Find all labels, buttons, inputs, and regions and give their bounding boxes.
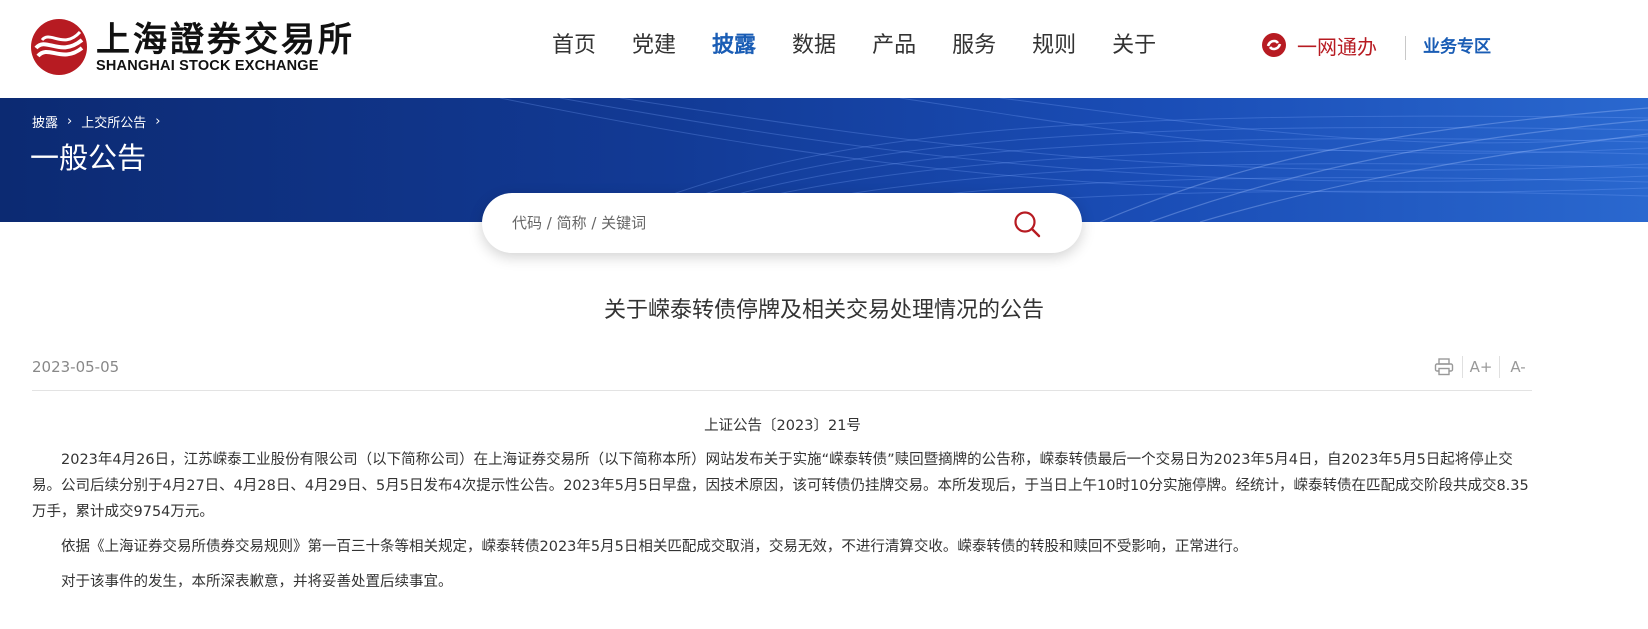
nav-item-data[interactable]: 数据 <box>792 24 836 68</box>
site-header: 上海證券交易所 SHANGHAI STOCK EXCHANGE 首页 党建 披露… <box>0 0 1648 98</box>
breadcrumb: 披露 › 上交所公告 › <box>32 112 169 131</box>
one-net-service-link[interactable]: 一网通办 <box>1261 28 1377 62</box>
nav-item-about[interactable]: 关于 <box>1112 24 1156 68</box>
breadcrumb-item-disclosure[interactable]: 披露 <box>32 112 58 131</box>
font-increase-button[interactable]: A+ <box>1465 352 1497 382</box>
header-divider <box>1405 36 1406 60</box>
article-tools: A+ A- <box>1428 352 1534 382</box>
page-title: 一般公告 <box>30 141 147 175</box>
sse-logo-mark-icon <box>31 19 87 75</box>
print-icon <box>1434 358 1454 376</box>
header-rule <box>32 390 1532 391</box>
tool-divider <box>1499 356 1500 378</box>
paragraph: 对于该事件的发生，本所深表歉意，并将妥善处置后续事宜。 <box>61 574 453 590</box>
nav-item-party[interactable]: 党建 <box>632 24 676 68</box>
breadcrumb-item-sse-announcements[interactable]: 上交所公告 <box>81 112 146 131</box>
chevron-right-icon: › <box>155 114 161 129</box>
paragraph: 依据《上海证券交易所债券交易规则》第一百三十条等相关规定，嵘泰转债2023年5月… <box>61 539 1248 555</box>
document-number: 上证公告〔2023〕21号 <box>704 418 861 434</box>
search-input[interactable] <box>512 205 992 241</box>
nav-item-services[interactable]: 服务 <box>952 24 996 68</box>
nav-item-disclosure[interactable]: 披露 <box>712 24 756 68</box>
one-net-service-label: 一网通办 <box>1297 34 1377 59</box>
article-body: 2023年4月26日，江苏嵘泰工业股份有限公司（以下简称公司）在上海证券交易所（… <box>32 447 1534 604</box>
search-box <box>482 193 1082 253</box>
tool-divider <box>1462 356 1463 378</box>
one-net-service-icon <box>1262 33 1286 57</box>
article-date: 2023-05-05 <box>32 358 120 376</box>
print-button[interactable] <box>1428 352 1460 382</box>
nav-item-home[interactable]: 首页 <box>552 24 596 68</box>
logo-chinese-name: 上海證券交易所 <box>96 20 355 60</box>
nav-item-products[interactable]: 产品 <box>872 24 916 68</box>
chevron-right-icon: › <box>67 114 73 129</box>
business-zone-link[interactable]: 业务专区 <box>1423 34 1491 60</box>
logo-english-name: SHANGHAI STOCK EXCHANGE <box>96 58 319 74</box>
nav-item-rules[interactable]: 规则 <box>1032 24 1076 68</box>
sse-logo[interactable]: 上海證券交易所 SHANGHAI STOCK EXCHANGE <box>30 16 352 78</box>
paragraph: 2023年4月26日，江苏嵘泰工业股份有限公司（以下简称公司）在上海证券交易所（… <box>32 452 1529 520</box>
search-icon[interactable] <box>1012 209 1042 239</box>
font-decrease-button[interactable]: A- <box>1502 352 1534 382</box>
main-nav: 首页 党建 披露 数据 产品 服务 规则 关于 <box>552 24 1192 68</box>
article-title: 关于嵘泰转债停牌及相关交易处理情况的公告 <box>603 298 1044 323</box>
